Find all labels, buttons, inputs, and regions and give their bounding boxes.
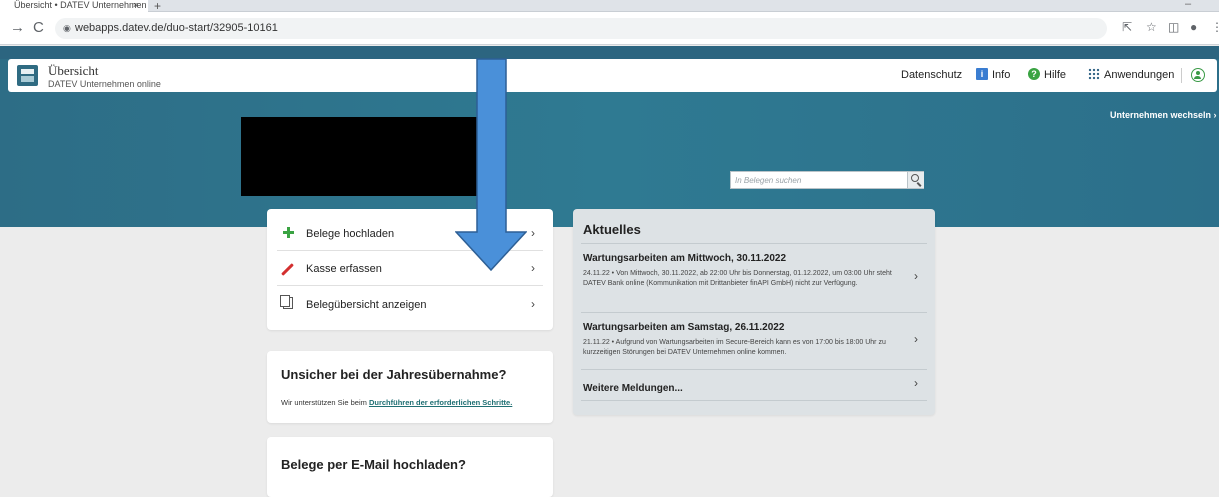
- jahresuebernahme-card: Unsicher bei der Jahresübernahme? Wir un…: [267, 351, 553, 423]
- pen-icon: [281, 263, 294, 276]
- action-beleguebersicht[interactable]: Belegübersicht anzeigen ›: [277, 288, 543, 322]
- document-search: [730, 171, 924, 189]
- news-item[interactable]: Wartungsarbeiten am Samstag, 26.11.2022 …: [583, 322, 923, 357]
- chevron-right-icon: ›: [531, 226, 535, 240]
- app-subtitle: DATEV Unternehmen online: [48, 79, 161, 89]
- user-icon[interactable]: [1191, 68, 1205, 82]
- action-label: Belegübersicht anzeigen: [306, 299, 427, 311]
- more-news-label: Weitere Meldungen...: [583, 383, 683, 394]
- news-heading: Aktuelles: [583, 222, 641, 237]
- app-top-stripe: [0, 46, 1219, 59]
- browser-tabstrip: Übersicht • DATEV Unternehmen × + –: [0, 0, 1219, 13]
- news-item-text: 24.11.22 • Von Mittwoch, 30.11.2022, ab …: [583, 270, 892, 287]
- chevron-right-icon: ›: [1213, 110, 1217, 120]
- hilfe-label: Hilfe: [1044, 69, 1067, 81]
- lock-icon: ◉: [63, 23, 71, 33]
- profile-icon[interactable]: ●: [1190, 20, 1197, 34]
- datenschutz-label: Datenschutz: [901, 69, 963, 81]
- divider: [581, 369, 927, 370]
- more-news-link[interactable]: Weitere Meldungen... ›: [583, 376, 923, 400]
- chevron-right-icon: ›: [914, 269, 918, 283]
- action-label: Kasse erfassen: [306, 263, 382, 275]
- browser-toolbar: → C ◉ webapps.datev.de/duo-start/32905-1…: [0, 12, 1219, 45]
- star-icon[interactable]: ☆: [1146, 20, 1157, 34]
- info-label: Info: [992, 69, 1011, 81]
- news-item-title: Wartungsarbeiten am Mittwoch, 30.11.2022: [583, 253, 787, 264]
- anwendungen-label: Anwendungen: [1104, 69, 1175, 81]
- help-icon: ?: [1028, 68, 1040, 81]
- action-kasse-erfassen[interactable]: Kasse erfassen ›: [277, 252, 543, 286]
- quick-actions-card: Belege hochladen › Kasse erfassen › Bele…: [267, 209, 553, 330]
- plus-icon: [283, 227, 294, 238]
- news-panel: Aktuelles Wartungsarbeiten am Mittwoch, …: [573, 209, 935, 415]
- info-link[interactable]: i Info: [976, 59, 1010, 92]
- search-icon[interactable]: [907, 172, 924, 188]
- hilfe-link[interactable]: ? Hilfe: [1028, 59, 1066, 92]
- divider: [581, 312, 927, 313]
- info-icon: i: [976, 68, 988, 81]
- forward-button[interactable]: →: [10, 19, 25, 36]
- news-item[interactable]: Wartungsarbeiten am Mittwoch, 30.11.2022…: [583, 253, 923, 288]
- card-text-prefix: Wir unterstützen Sie beim: [281, 398, 369, 407]
- search-input[interactable]: [731, 172, 906, 188]
- address-bar[interactable]: ◉ webapps.datev.de/duo-start/32905-10161: [55, 18, 1107, 39]
- reload-button[interactable]: C: [33, 19, 44, 36]
- browser-tab[interactable]: Übersicht • DATEV Unternehmen ×: [0, 0, 148, 12]
- datev-logo-icon[interactable]: [17, 65, 38, 86]
- tab-title: Übersicht • DATEV Unternehmen: [14, 0, 147, 10]
- tab-close-icon[interactable]: ×: [133, 0, 138, 10]
- chevron-right-icon: ›: [531, 261, 535, 275]
- header-divider: [1181, 68, 1182, 83]
- card-title: Unsicher bei der Jahresübernahme?: [281, 367, 507, 382]
- action-label: Belege hochladen: [306, 228, 395, 240]
- switch-company-label: Unternehmen wechseln: [1110, 110, 1212, 120]
- email-upload-card: Belege per E-Mail hochladen?: [267, 437, 553, 497]
- document-icon: [280, 295, 293, 309]
- card-text: Wir unterstützen Sie beim Durchführen de…: [281, 398, 512, 407]
- steps-link[interactable]: Durchführen der erforderlichen Schritte.: [369, 398, 512, 407]
- app-header: Übersicht DATEV Unternehmen online Daten…: [8, 59, 1217, 92]
- apps-grid-icon: [1088, 68, 1100, 81]
- datenschutz-link[interactable]: Datenschutz: [901, 59, 962, 92]
- url-text: webapps.datev.de/duo-start/32905-10161: [75, 22, 278, 34]
- page-title: Übersicht: [48, 63, 99, 78]
- news-item-title: Wartungsarbeiten am Samstag, 26.11.2022: [583, 322, 785, 333]
- anwendungen-link[interactable]: Anwendungen: [1088, 59, 1174, 92]
- share-icon[interactable]: ⇱: [1122, 20, 1132, 34]
- switch-company-link[interactable]: Unternehmen wechseln ›: [1110, 110, 1217, 120]
- action-belege-hochladen[interactable]: Belege hochladen ›: [277, 217, 543, 251]
- sidepanel-icon[interactable]: ◫: [1168, 20, 1179, 34]
- chevron-right-icon: ›: [914, 376, 918, 390]
- divider: [581, 243, 927, 244]
- chevron-right-icon: ›: [914, 332, 918, 346]
- chevron-right-icon: ›: [531, 297, 535, 311]
- news-item-text: 21.11.22 • Aufgrund von Wartungsarbeiten…: [583, 339, 886, 356]
- redacted-area: [241, 117, 479, 196]
- menu-icon[interactable]: ⋮: [1211, 20, 1219, 34]
- window-minimize-button[interactable]: –: [1185, 0, 1191, 10]
- card-title: Belege per E-Mail hochladen?: [281, 457, 466, 472]
- divider: [581, 400, 927, 401]
